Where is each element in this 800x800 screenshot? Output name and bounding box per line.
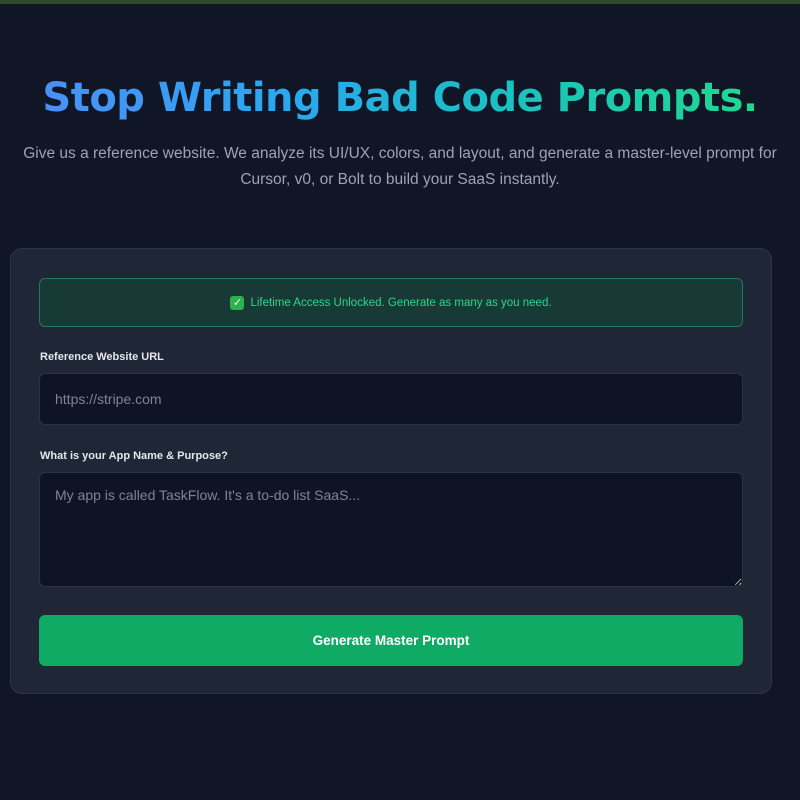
- reference-url-input[interactable]: [39, 373, 743, 425]
- app-purpose-textarea[interactable]: [39, 472, 743, 587]
- hero-title-text: Stop Writing Bad Code Prompts.: [42, 75, 758, 121]
- check-mark-icon: ✓: [230, 295, 245, 310]
- purpose-field-label: What is your App Name & Purpose?: [40, 450, 228, 462]
- generate-master-prompt-button[interactable]: Generate Master Prompt: [39, 615, 743, 666]
- hero-title: Stop Writing Bad Code Prompts.: [0, 70, 800, 126]
- prompt-form-card: ✓ Lifetime Access Unlocked. Generate as …: [10, 248, 772, 694]
- url-field-label: Reference Website URL: [40, 351, 164, 363]
- page: Stop Writing Bad Code Prompts. Give us a…: [0, 0, 800, 800]
- top-border-strip: [0, 0, 800, 4]
- lifetime-access-notice: ✓ Lifetime Access Unlocked. Generate as …: [39, 278, 743, 327]
- notice-text: Lifetime Access Unlocked. Generate as ma…: [250, 296, 552, 309]
- hero-subtitle: Give us a reference website. We analyze …: [23, 145, 777, 188]
